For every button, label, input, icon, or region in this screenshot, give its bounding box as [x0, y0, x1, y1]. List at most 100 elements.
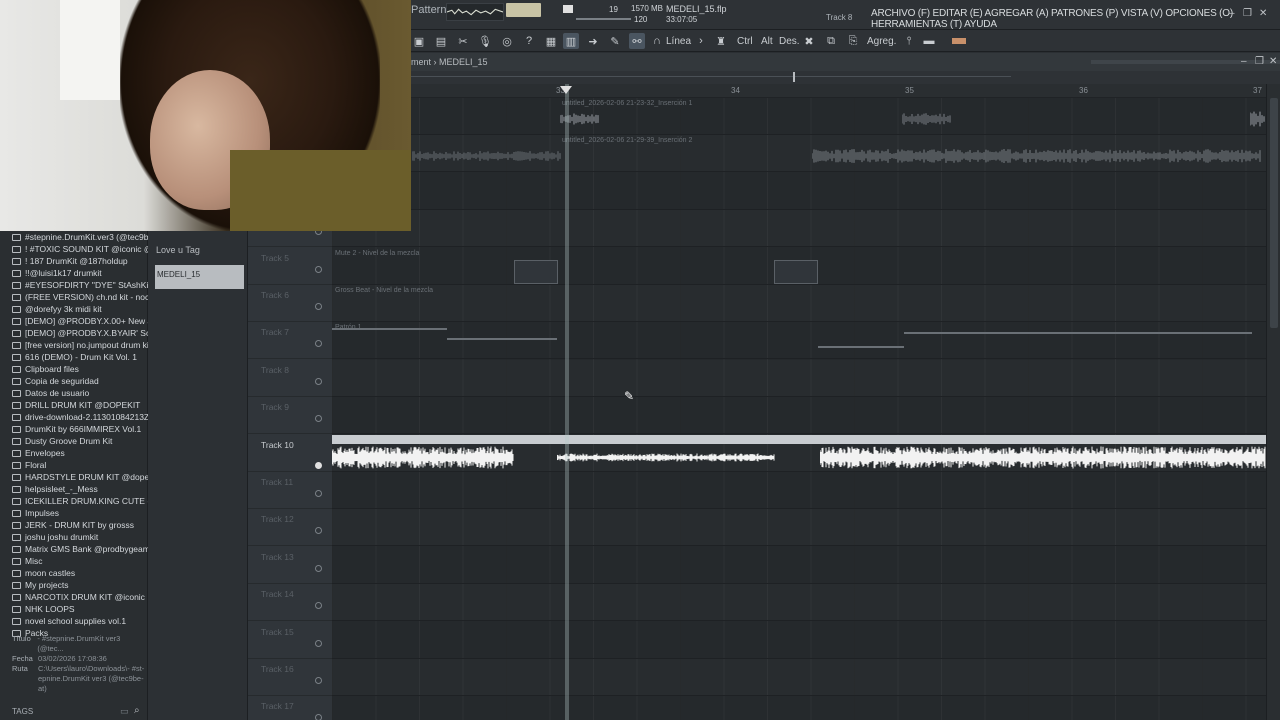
browser-item[interactable]: [DEMO] @PRODBY.X.00+ New Jazz Kit	[0, 315, 148, 327]
browser-item[interactable]: !!@luisi1k17 drumkit	[0, 267, 148, 279]
browser-item[interactable]: [free version] no.jumpout drum kit	[0, 339, 148, 351]
cart-icon[interactable]: ▬	[921, 33, 937, 49]
audio-clip-insert1[interactable]	[1249, 106, 1266, 132]
master-volume[interactable]	[506, 3, 541, 17]
help-icon[interactable]: ?	[521, 33, 537, 49]
track-mute-dot[interactable]	[315, 677, 322, 684]
track-lane[interactable]	[332, 509, 1266, 547]
browser-item[interactable]: drive-download-2.11301084213Z-001	[0, 411, 148, 423]
browser-item[interactable]: Dusty Groove Drum Kit	[0, 435, 148, 447]
browser-item[interactable]: Clipboard files	[0, 363, 148, 375]
tuning-fork-icon[interactable]: ⫯	[901, 33, 917, 49]
track-mute-dot[interactable]	[315, 415, 322, 423]
track-mute-dot[interactable]	[315, 377, 322, 385]
browser-item[interactable]: Floral	[0, 459, 148, 471]
browser-item[interactable]: DrumKit by 666IMMIREX Vol.1	[0, 423, 148, 435]
track-header[interactable]: Track 12	[248, 509, 332, 547]
alt-toggle[interactable]: Alt	[761, 36, 773, 47]
track-lane[interactable]: untitled_2026-02-06 21-23-32_Inserción 1	[332, 98, 1266, 135]
playlist-maximize-icon[interactable]: ❐	[1255, 56, 1264, 67]
search-icon[interactable]: ⌕	[134, 705, 140, 716]
browser-item[interactable]: #stepnine.DrumKit.ver3 (@tec9beat)	[0, 231, 148, 243]
track-header[interactable]: Track 7	[248, 322, 332, 360]
audio-clip-insert2[interactable]	[811, 143, 1262, 169]
browser-item[interactable]: [DEMO] @PRODBY.X.BYAIR' Sound Kit	[0, 327, 148, 339]
track-mute-dot[interactable]	[315, 490, 322, 497]
picker-clip[interactable]: MEDELI_15	[155, 265, 244, 289]
arrow-right-icon[interactable]: ➜	[585, 33, 601, 49]
browser-item[interactable]: moon castles	[0, 567, 148, 579]
master-pitch-slider[interactable]	[576, 18, 631, 20]
vertical-scrollbar[interactable]	[1266, 84, 1280, 720]
close-icon[interactable]: ✕	[1259, 8, 1267, 19]
track-mute-dot[interactable]	[315, 602, 322, 610]
track-lane[interactable]	[332, 397, 1266, 435]
browser-item[interactable]: ! 187 DrumKit @187holdup	[0, 255, 148, 267]
browser-item[interactable]: Copia de seguridad	[0, 375, 148, 387]
browser-item[interactable]: ICEKILLER DRUM.KING CUTE (DEMO)	[0, 495, 148, 507]
browser-item[interactable]: NARCOTIX DRUM KIT @iconic	[0, 591, 148, 603]
browser-item[interactable]: #EYESOFDIRTY ''DYE'' StAshKit	[0, 279, 148, 291]
snap-select[interactable]: Línea	[666, 36, 691, 47]
horizontal-scrollbar[interactable]	[1091, 60, 1280, 64]
track-lane[interactable]	[332, 659, 1266, 696]
cut-icon[interactable]: ✂	[455, 33, 471, 49]
browser-item[interactable]: HARDSTYLE DRUM KIT @dopekit	[0, 471, 148, 483]
folder-icon[interactable]: ▭	[120, 706, 129, 717]
track-header[interactable]: Track 6	[248, 285, 332, 322]
link-icon[interactable]: ⚯	[629, 33, 645, 49]
track-header[interactable]: Track 14	[248, 584, 332, 622]
paste-icon[interactable]: ⎘	[845, 33, 861, 49]
browser-item[interactable]: My projects	[0, 579, 148, 591]
tags-label[interactable]: TAGS	[12, 707, 33, 716]
track-header[interactable]: Track 13	[248, 547, 332, 584]
playlist-grid[interactable]: untitled_2026-02-06 21-23-32_Inserción 1…	[331, 98, 1266, 720]
browser-item[interactable]: @dorefyy 3k midi kit	[0, 303, 148, 315]
automation-block[interactable]	[514, 259, 558, 284]
track-header[interactable]: Track 16	[248, 659, 332, 696]
chevron-right-icon[interactable]: ›	[693, 33, 709, 49]
browser-item[interactable]: 616 (DEMO) - Drum Kit Vol. 1	[0, 351, 148, 363]
track-lane[interactable]	[332, 547, 1266, 584]
playlist-overview[interactable]	[411, 71, 1280, 84]
track-lane[interactable]	[332, 584, 1266, 622]
scrollbar-thumb[interactable]	[1270, 98, 1278, 328]
track-header[interactable]: Track 10	[248, 435, 332, 472]
track-mute-dot[interactable]	[315, 639, 322, 647]
audio-clip-insert2[interactable]	[411, 143, 562, 169]
automation-block[interactable]	[774, 259, 818, 284]
playhead-line[interactable]	[565, 84, 569, 720]
browser-item[interactable]: NHK LOOPS	[0, 603, 148, 615]
track-header[interactable]: Track 17	[248, 696, 332, 720]
browser-item[interactable]: novel school supplies vol.1	[0, 615, 148, 627]
track-lane[interactable]: Patrón 3	[332, 173, 1266, 210]
breadcrumb[interactable]: ment › MEDELI_15	[411, 57, 488, 67]
track-lane[interactable]	[332, 472, 1266, 509]
track-header[interactable]: Track 9	[248, 397, 332, 435]
audio-clip-medeli[interactable]	[331, 434, 1266, 471]
chat-icon[interactable]: ◎	[499, 33, 515, 49]
delete-icon[interactable]: ✖	[801, 33, 817, 49]
main-menu[interactable]: ARCHIVO (F) EDITAR (E) AGREGAR (A) PATRO…	[871, 8, 1280, 30]
track-mute-dot[interactable]	[315, 265, 322, 273]
track-mute-dot[interactable]	[315, 527, 322, 535]
deselect-button[interactable]: Des.	[779, 36, 800, 47]
audio-clip-insert1[interactable]	[901, 106, 952, 132]
magnet-icon[interactable]: ∩	[649, 33, 665, 49]
track-lane[interactable]: Patrón 1	[332, 322, 1266, 360]
timeline-ruler[interactable]: 33 34 35 36 37	[411, 84, 1280, 98]
track-lane[interactable]	[332, 210, 1266, 248]
restore-icon[interactable]: ❐	[1243, 8, 1252, 19]
pencil-icon[interactable]: ✎	[607, 33, 623, 49]
track-lane[interactable]	[332, 622, 1266, 659]
save-icon[interactable]: ▣	[411, 33, 427, 49]
track-mute-dot[interactable]	[315, 564, 322, 572]
ctrl-toggle[interactable]: Ctrl	[737, 36, 753, 47]
track-header[interactable]: Track 15	[248, 622, 332, 659]
browser-item[interactable]: DRILL DRUM KIT @DOPEKIT	[0, 399, 148, 411]
minimize-icon[interactable]: –	[1229, 8, 1235, 19]
playlist-icon[interactable]: ▥	[563, 33, 579, 49]
track-header[interactable]: Track 11	[248, 472, 332, 509]
track-header[interactable]: Track 8	[248, 360, 332, 397]
browser-icon[interactable]: ▦	[543, 33, 559, 49]
